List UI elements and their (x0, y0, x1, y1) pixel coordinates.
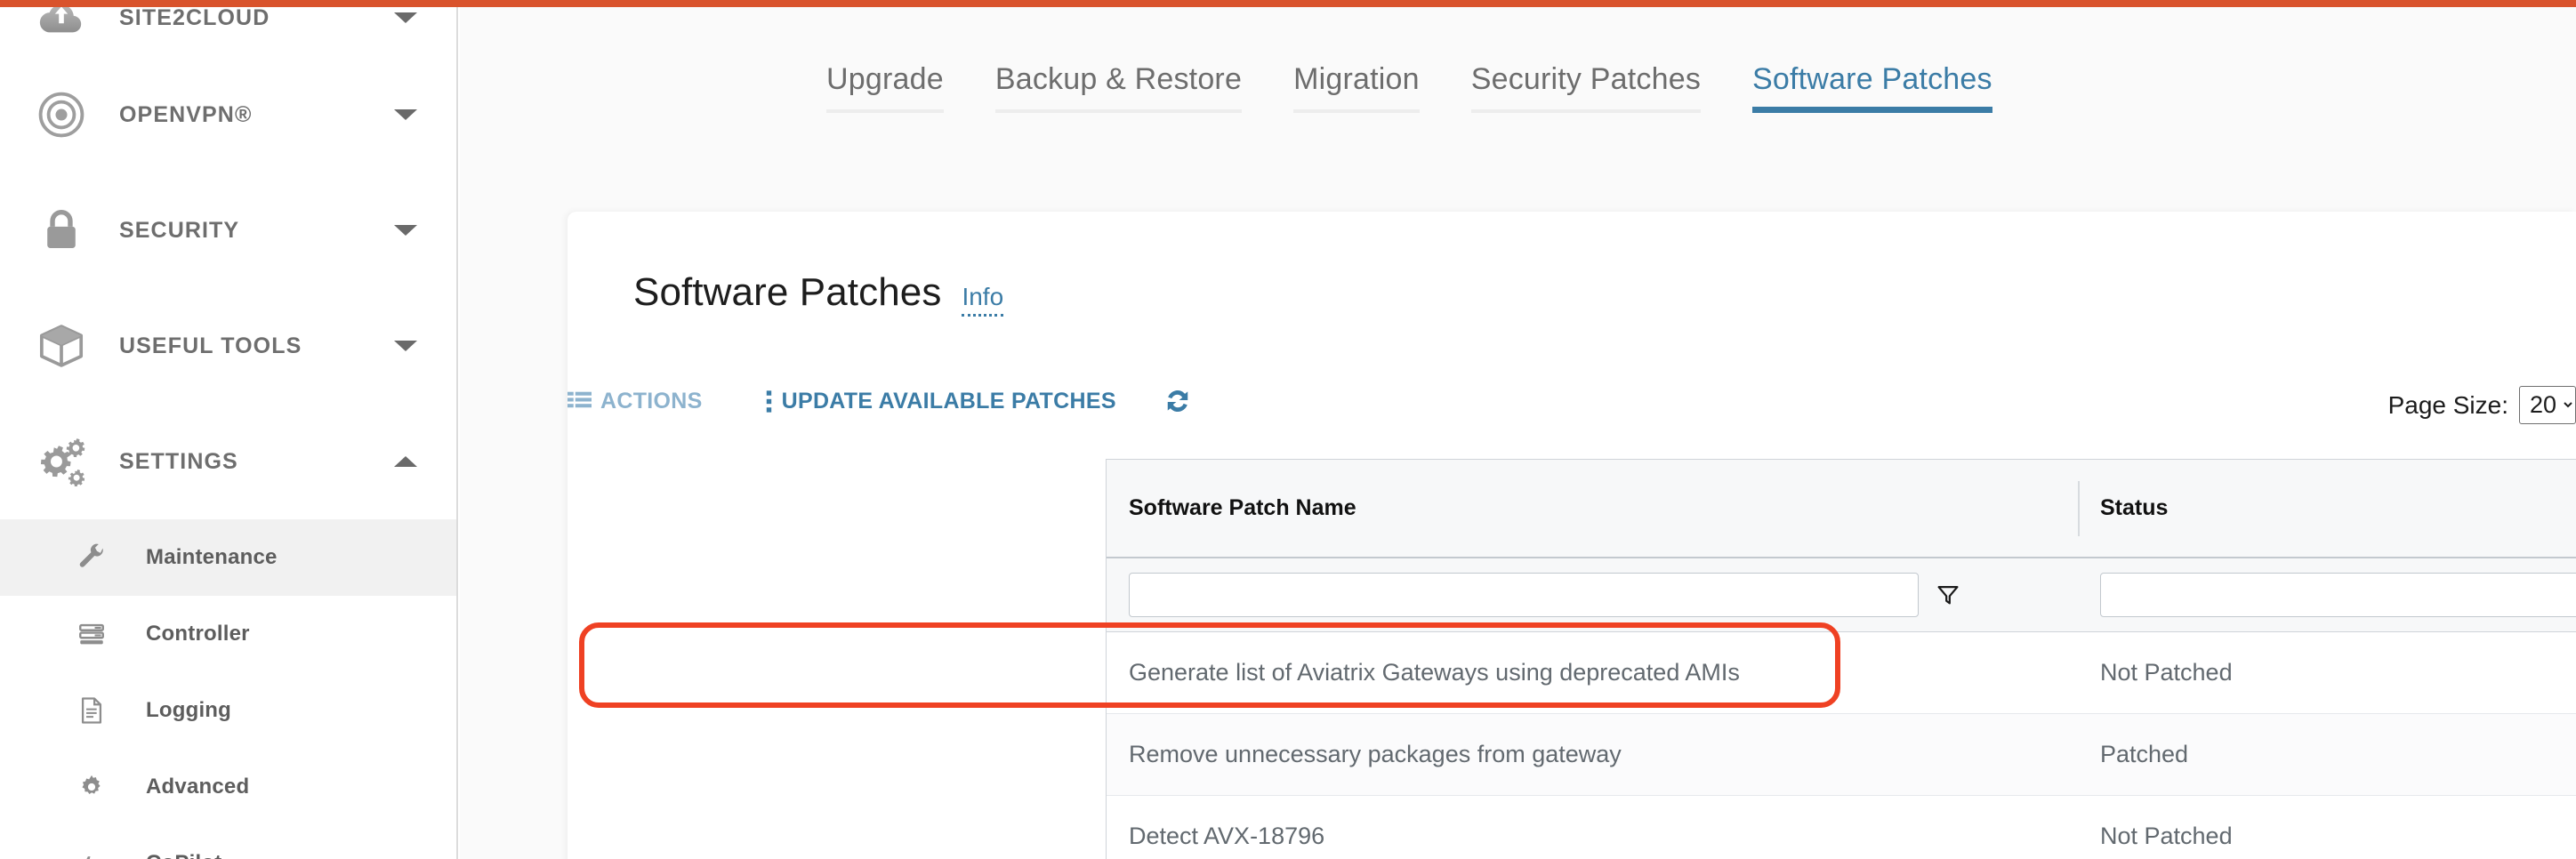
server-icon (71, 619, 112, 649)
tab-backup-restore[interactable]: Backup & Restore (970, 62, 1268, 113)
cell-patch-name: Detect AVX-18796 (1107, 796, 2078, 859)
plane-icon (71, 850, 112, 859)
sidebar-item-label: Advanced (146, 775, 249, 799)
sidebar-item-label: CoPilot (146, 851, 221, 859)
sidebar-group-label: SITE2CLOUD (119, 7, 270, 31)
sidebar-item-controller[interactable]: Controller (0, 596, 456, 672)
sidebar-group-label: SETTINGS (119, 449, 238, 475)
table-toolbar: ACTIONS UPDATE AVAILABLE PATCHES (568, 384, 2576, 439)
sidebar-item-label: Controller (146, 622, 250, 646)
refresh-icon (1161, 384, 1195, 418)
lock-icon (34, 203, 89, 258)
cell-status: Patched (2078, 714, 2576, 795)
update-available-patches-button[interactable]: UPDATE AVAILABLE PATCHES (765, 389, 1116, 414)
chevron-down-icon[interactable] (394, 225, 417, 236)
tab-bar: Upgrade Backup & Restore Migration Secur… (460, 7, 2576, 212)
sidebar-item-maintenance[interactable]: Maintenance (0, 519, 456, 596)
chevron-down-icon[interactable] (394, 341, 417, 351)
filter-cell-name (1107, 558, 2078, 631)
sidebar-group-label: SECURITY (119, 218, 239, 244)
table-filter-row (1107, 558, 2576, 632)
tab-migration[interactable]: Migration (1268, 62, 1445, 113)
sidebar-group-openvpn[interactable]: OPENVPN® (0, 57, 456, 173)
tab-software-patches[interactable]: Software Patches (1727, 62, 2018, 113)
tab-upgrade[interactable]: Upgrade (801, 62, 970, 113)
column-header-software-patch-name[interactable]: Software Patch Name (1107, 460, 2078, 557)
gears-icon (34, 434, 89, 489)
refresh-button[interactable] (1161, 384, 1195, 418)
cell-status: Not Patched (2078, 632, 2576, 713)
cell-patch-name: Generate list of Aviatrix Gateways using… (1107, 632, 2078, 713)
table-row[interactable]: Generate list of Aviatrix Gateways using… (1107, 632, 2576, 714)
left-sidebar: SITE2CLOUD OPENVPN® SEC (0, 7, 458, 859)
toolbar-left: ACTIONS UPDATE AVAILABLE PATCHES (568, 384, 1195, 418)
list-icon (568, 389, 592, 413)
software-patches-table: Software Patch Name Status (1106, 459, 2576, 859)
sidebar-item-logging[interactable]: Logging (0, 672, 456, 749)
target-icon (34, 87, 89, 142)
sidebar-group-settings[interactable]: SETTINGS (0, 404, 456, 519)
column-header-status[interactable]: Status (2078, 460, 2576, 557)
cloud-upload-icon (34, 7, 89, 45)
sidebar-item-copilot[interactable]: CoPilot (0, 825, 456, 859)
cell-patch-name: Remove unnecessary packages from gateway (1107, 714, 2078, 795)
page-size-label: Page Size: (2388, 391, 2508, 420)
sidebar-item-label: Logging (146, 698, 231, 723)
chevron-down-icon[interactable] (394, 12, 417, 23)
tab-security-patches[interactable]: Security Patches (1445, 62, 1727, 113)
sidebar-item-label: Maintenance (146, 545, 278, 570)
cell-status: Not Patched (2078, 796, 2576, 859)
sidebar-group-label: OPENVPN® (119, 102, 252, 128)
sidebar-group-useful-tools[interactable]: USEFUL TOOLS (0, 288, 456, 404)
page-size-control: Page Size: 20 (2388, 386, 2576, 424)
actions-button[interactable]: ACTIONS (568, 389, 703, 414)
gear-icon (71, 773, 112, 801)
card-header: Software Patches Info (633, 270, 1003, 317)
document-icon (71, 695, 112, 726)
update-available-patches-label: UPDATE AVAILABLE PATCHES (782, 389, 1116, 414)
chevron-down-icon[interactable] (394, 109, 417, 120)
page-title: Software Patches (633, 270, 941, 315)
sidebar-group-label: USEFUL TOOLS (119, 333, 302, 359)
actions-label: ACTIONS (600, 389, 703, 414)
info-link[interactable]: Info (962, 283, 1003, 317)
status-filter-input[interactable] (2100, 573, 2576, 617)
sidebar-group-site2cloud[interactable]: SITE2CLOUD (0, 7, 456, 57)
main-content: Upgrade Backup & Restore Migration Secur… (460, 7, 2576, 859)
filter-funnel-icon[interactable] (1936, 583, 1960, 606)
wrench-icon (71, 542, 112, 574)
page-size-select[interactable]: 20 (2519, 386, 2576, 424)
sidebar-group-security[interactable]: SECURITY (0, 173, 456, 288)
table-row[interactable]: Remove unnecessary packages from gateway… (1107, 714, 2576, 796)
name-filter-input[interactable] (1129, 573, 1919, 617)
chevron-up-icon[interactable] (394, 456, 417, 467)
table-header-row: Software Patch Name Status (1107, 460, 2576, 558)
application-window: SITE2CLOUD OPENVPN® SEC (0, 0, 2576, 859)
top-accent-bar (0, 0, 2576, 7)
box-icon (34, 318, 89, 373)
sidebar-item-advanced[interactable]: Advanced (0, 749, 456, 825)
filter-cell-status (2078, 558, 2576, 631)
table-row[interactable]: Detect AVX-18796 Not Patched (1107, 796, 2576, 859)
vertical-dots-icon (765, 389, 773, 413)
